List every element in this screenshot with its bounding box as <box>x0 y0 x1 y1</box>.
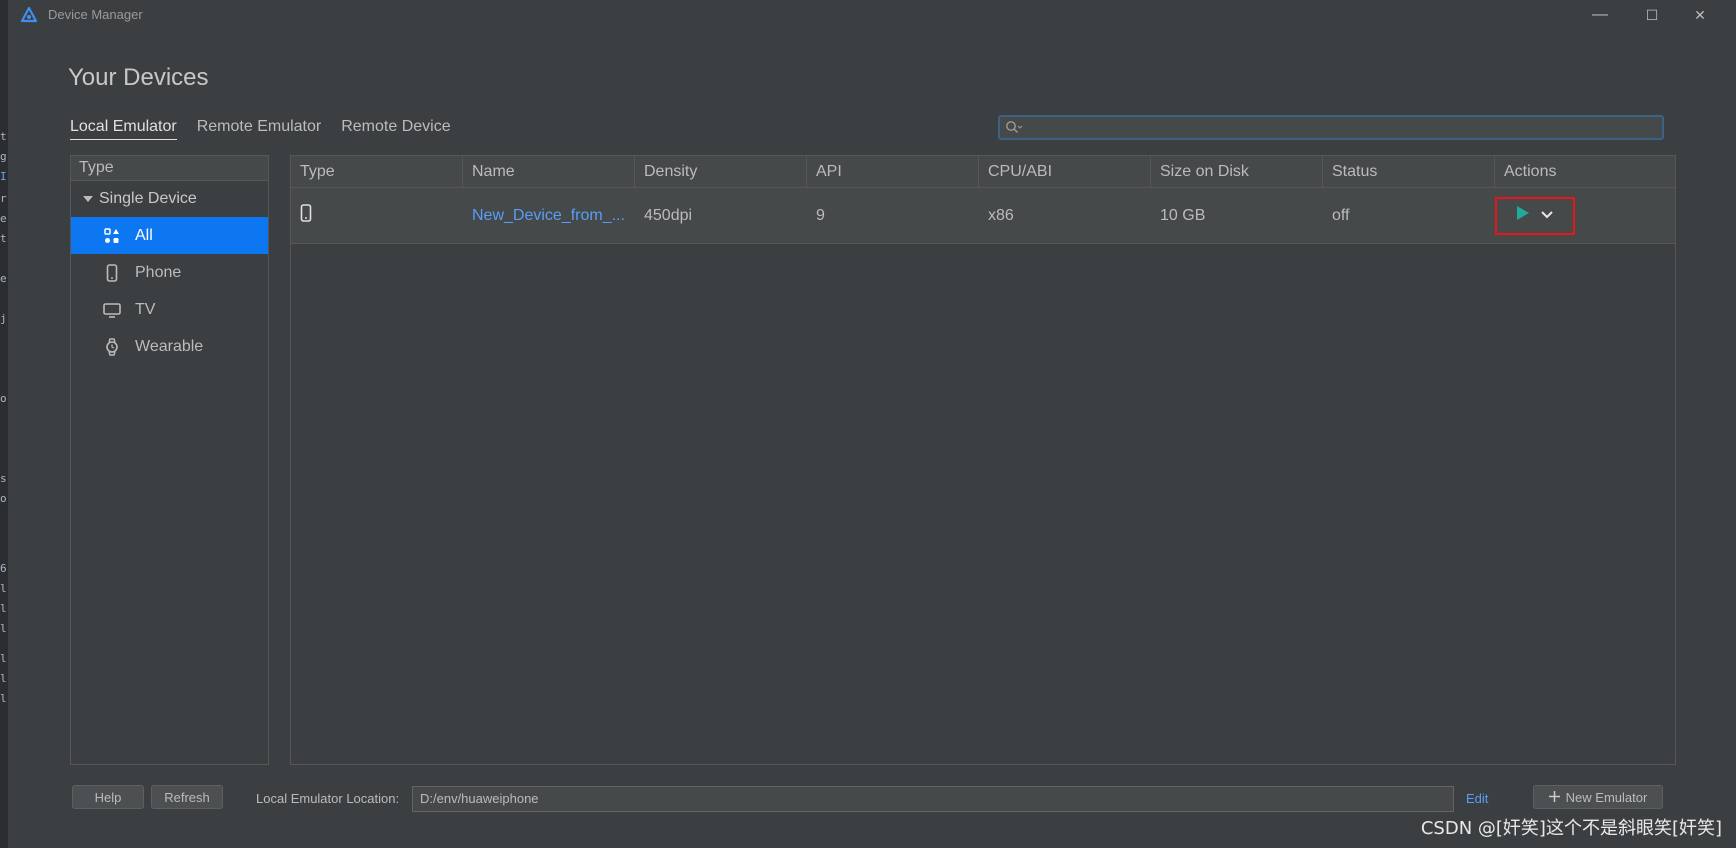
title-bar: Device Manager — ☐ ✕ <box>8 0 1736 30</box>
search-box[interactable] <box>998 115 1664 140</box>
row-type-cell <box>291 204 463 227</box>
chevron-down-icon[interactable] <box>1540 207 1554 225</box>
play-icon[interactable] <box>1516 205 1530 226</box>
triangle-down-icon <box>83 181 93 217</box>
type-item-label: Wearable <box>135 337 204 355</box>
row-actions-cell <box>1495 196 1675 235</box>
device-tabs: Local Emulator Remote Emulator Remote De… <box>70 118 451 140</box>
background-ide-strip: trgI ret ejo so6 lll lll <box>0 0 8 848</box>
device-table: Type Name Density API CPU/ABI Size on Di… <box>290 155 1676 765</box>
column-header-status[interactable]: Status <box>1323 156 1495 187</box>
column-header-density[interactable]: Density <box>635 156 807 187</box>
watch-icon <box>99 337 125 356</box>
type-item-all[interactable]: All <box>71 217 268 254</box>
table-header: Type Name Density API CPU/ABI Size on Di… <box>291 156 1675 188</box>
column-header-size[interactable]: Size on Disk <box>1151 156 1323 187</box>
table-row[interactable]: New_Device_from_... 450dpi 9 x86 10 GB o… <box>291 188 1675 244</box>
type-item-tv[interactable]: TV <box>71 291 268 328</box>
device-api: 9 <box>816 206 825 224</box>
plus-icon <box>1548 790 1560 805</box>
phone-icon <box>99 263 125 282</box>
device-status: off <box>1332 206 1350 224</box>
device-name-link[interactable]: New_Device_from_... <box>463 207 635 225</box>
phone-icon <box>300 204 312 226</box>
minimize-button[interactable]: — <box>1582 4 1618 26</box>
column-header-cpu[interactable]: CPU/ABI <box>979 156 1151 187</box>
type-item-label: All <box>135 226 153 244</box>
type-item-label: Phone <box>135 263 182 281</box>
grid-icon <box>99 227 125 244</box>
search-input[interactable] <box>1024 117 1658 140</box>
column-header-actions: Actions <box>1504 163 1557 180</box>
tab-remote-device[interactable]: Remote Device <box>341 118 450 140</box>
tab-remote-emulator[interactable]: Remote Emulator <box>197 118 322 140</box>
device-size: 10 GB <box>1160 206 1206 224</box>
watermark: CSDN @[奸笑]这个不是斜眼笑[奸笑] <box>1420 818 1722 839</box>
column-header-name[interactable]: Name <box>463 156 635 187</box>
edit-link[interactable]: Edit <box>1466 791 1488 806</box>
type-item-phone[interactable]: Phone <box>71 254 268 291</box>
type-panel-header: Type <box>71 156 268 181</box>
type-item-label: TV <box>135 300 156 318</box>
actions-highlight <box>1495 196 1575 235</box>
app-logo-icon <box>20 6 38 24</box>
location-label: Local Emulator Location: <box>256 791 400 806</box>
window-title: Device Manager <box>48 7 143 22</box>
close-button[interactable]: ✕ <box>1682 4 1718 26</box>
device-cpu: x86 <box>988 206 1014 224</box>
help-button[interactable]: Help <box>72 785 144 809</box>
new-emulator-button[interactable]: New Emulator <box>1533 785 1663 809</box>
column-header-type[interactable]: Type <box>291 156 463 187</box>
refresh-button[interactable]: Refresh <box>151 785 223 809</box>
search-icon <box>1005 120 1023 141</box>
device-manager-window: Device Manager — ☐ ✕ Your Devices Local … <box>8 0 1736 848</box>
page-title: Your Devices <box>68 64 209 91</box>
maximize-button[interactable]: ☐ <box>1634 4 1670 26</box>
tv-icon <box>99 302 125 318</box>
tab-local-emulator[interactable]: Local Emulator <box>70 118 177 140</box>
single-device-label: Single Device <box>99 190 197 207</box>
column-header-api[interactable]: API <box>807 156 979 187</box>
single-device-group[interactable]: Single Device <box>71 181 268 217</box>
location-field[interactable]: D:/env/huaweiphone <box>412 786 1454 812</box>
type-item-wearable[interactable]: Wearable <box>71 328 268 365</box>
device-density: 450dpi <box>644 206 693 224</box>
new-emulator-label: New Emulator <box>1565 789 1648 805</box>
device-type-panel: Type Single Device All Phone TV Wearable <box>70 155 269 765</box>
